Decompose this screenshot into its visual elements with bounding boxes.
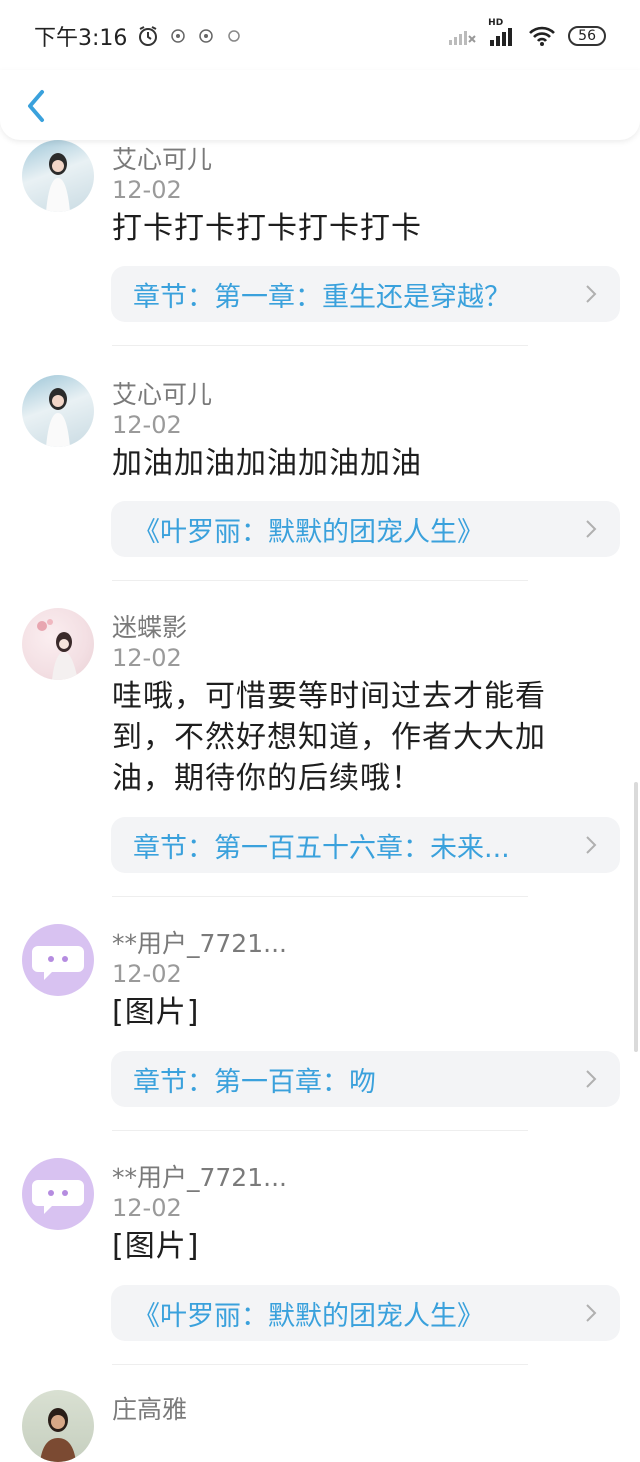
top-nav-bar: [0, 70, 640, 140]
divider: [112, 896, 528, 897]
signal-icon: HD: [488, 18, 516, 46]
comment-date: 12-02: [112, 1194, 182, 1222]
battery-indicator: 56: [568, 26, 606, 46]
notification-icon: [169, 27, 187, 45]
avatar[interactable]: [22, 608, 94, 680]
back-button[interactable]: [22, 88, 52, 124]
username[interactable]: 迷蝶影: [112, 608, 187, 644]
chevron-right-icon: [586, 520, 597, 538]
status-bar: 下午3:16 HD 56: [0, 0, 640, 72]
comment-item: 迷蝶影 12-02 哇哦，可惜要等时间过去才能看到，不然好想知道，作者大大加油，…: [0, 608, 640, 924]
notification-icon: [197, 27, 215, 45]
username[interactable]: 艾心可儿: [112, 375, 212, 411]
username[interactable]: 庄高雅: [112, 1390, 187, 1426]
avatar[interactable]: [22, 924, 94, 996]
divider: [112, 345, 528, 346]
divider: [112, 580, 528, 581]
username[interactable]: **用户_7721...: [112, 924, 287, 960]
divider: [112, 1364, 528, 1365]
signal-off-icon: [448, 26, 476, 46]
comment-item: **用户_7721... 12-02 [图片] 章节：第一百章：吻: [0, 924, 640, 1158]
chevron-left-icon: [28, 90, 44, 122]
comment-item: 庄高雅: [0, 1390, 640, 1462]
notification-icon: [225, 27, 243, 45]
chevron-right-icon: [586, 1304, 597, 1322]
chat-bubble-icon: [32, 946, 84, 980]
username[interactable]: 艾心可儿: [112, 140, 212, 176]
wifi-icon: [528, 25, 556, 47]
comment-text: 哇哦，可惜要等时间过去才能看到，不然好想知道，作者大大加油，期待你的后续哦！: [112, 679, 546, 796]
chevron-right-icon: [586, 1070, 597, 1088]
avatar[interactable]: [22, 1390, 94, 1462]
comment-date: 12-02: [112, 176, 182, 204]
chapter-link[interactable]: 章节：第一百章：吻: [111, 1051, 620, 1107]
book-link-label: 《叶罗丽：默默的团宠人生》: [133, 516, 484, 548]
comment-item: 艾心可儿 12-02 打卡打卡打卡打卡打卡 章节：第一章：重生还是穿越？: [0, 140, 640, 375]
status-bar-left: 下午3:16: [34, 20, 243, 52]
chapter-link[interactable]: 章节：第一百五十六章：未来...: [111, 817, 620, 873]
book-link[interactable]: 《叶罗丽：默默的团宠人生》: [111, 1285, 620, 1341]
status-bar-right: HD 56: [448, 18, 606, 47]
divider: [112, 1130, 528, 1131]
book-link[interactable]: 《叶罗丽：默默的团宠人生》: [111, 501, 620, 557]
avatar[interactable]: [22, 1158, 94, 1230]
avatar[interactable]: [22, 140, 94, 212]
comment-item: 艾心可儿 12-02 加油加油加油加油加油 《叶罗丽：默默的团宠人生》: [0, 375, 640, 608]
comment-text: 打卡打卡打卡打卡打卡: [112, 211, 422, 246]
comment-date: 12-02: [112, 411, 182, 439]
comment-text: [图片]: [112, 995, 200, 1030]
avatar[interactable]: [22, 375, 94, 447]
chapter-link-label: 章节：第一章：重生还是穿越？: [133, 281, 511, 313]
comment-list: 艾心可儿 12-02 打卡打卡打卡打卡打卡 章节：第一章：重生还是穿越？ 艾心可…: [0, 140, 640, 1462]
comment-text: 加油加油加油加油加油: [112, 446, 422, 481]
chapter-link[interactable]: 章节：第一章：重生还是穿越？: [111, 266, 620, 322]
hd-label: HD: [488, 18, 504, 28]
comment-item: **用户_7721... 12-02 [图片] 《叶罗丽：默默的团宠人生》: [0, 1158, 640, 1390]
clock: 下午3:16: [34, 26, 128, 51]
comment-date: 12-02: [112, 644, 182, 672]
comment-text: [图片]: [112, 1229, 200, 1264]
scrollbar[interactable]: [634, 782, 638, 1052]
chevron-right-icon: [586, 285, 597, 303]
chevron-right-icon: [586, 836, 597, 854]
chapter-link-label: 章节：第一百章：吻: [133, 1066, 376, 1098]
username[interactable]: **用户_7721...: [112, 1158, 287, 1194]
alarm-icon: [137, 25, 159, 47]
chat-bubble-icon: [32, 1180, 84, 1214]
comment-date: 12-02: [112, 960, 182, 988]
chapter-link-label: 章节：第一百五十六章：未来...: [133, 832, 510, 864]
book-link-label: 《叶罗丽：默默的团宠人生》: [133, 1300, 484, 1332]
